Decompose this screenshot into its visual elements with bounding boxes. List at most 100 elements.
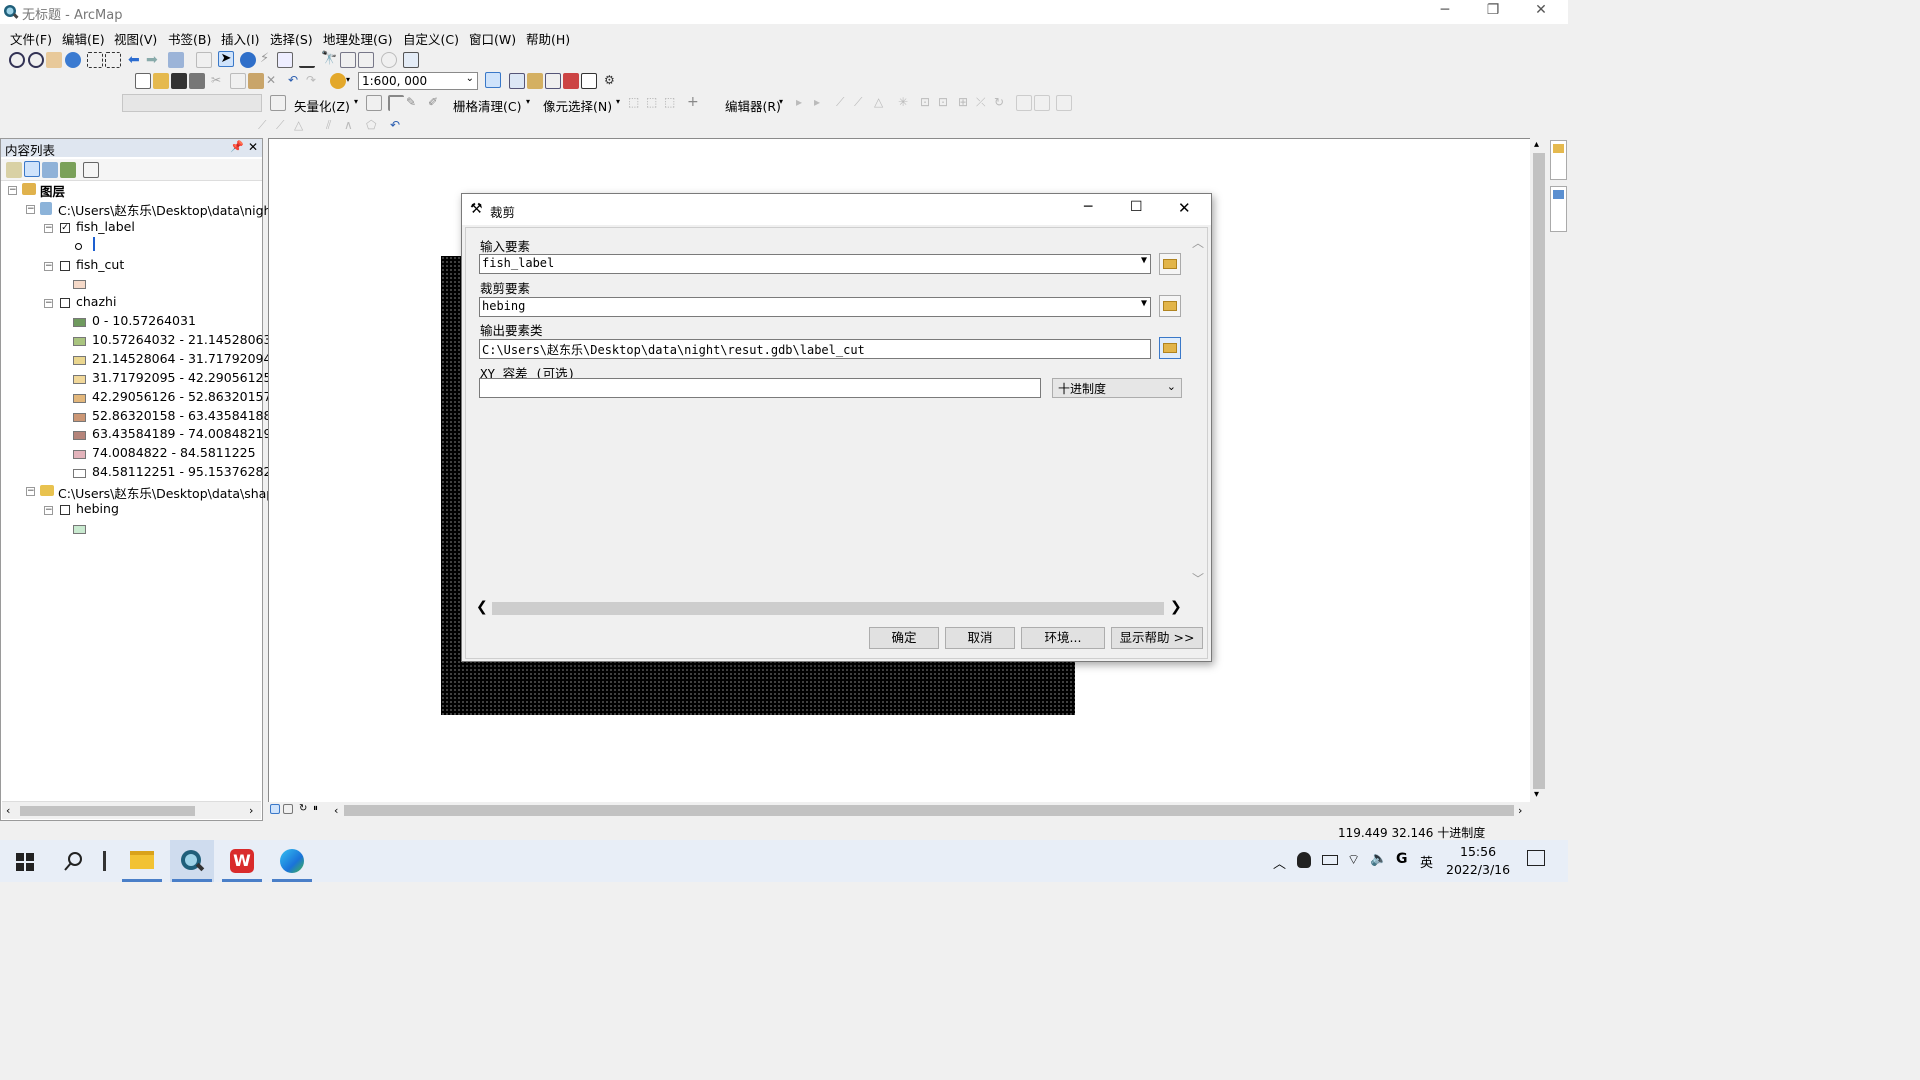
collapse-icon[interactable]: − xyxy=(44,506,53,515)
cell-select-menu[interactable]: 像元选择(N) xyxy=(543,96,612,115)
scroll-right-icon[interactable]: › xyxy=(1518,804,1522,817)
scroll-down-icon[interactable]: ﹀ xyxy=(1192,570,1204,587)
add-data-icon[interactable] xyxy=(330,73,346,89)
vectorization-settings-icon[interactable] xyxy=(270,95,286,111)
search-icon[interactable] xyxy=(64,851,84,871)
scroll-up-icon[interactable]: ▴ xyxy=(1534,139,1539,150)
ime-language[interactable]: 英 xyxy=(1420,852,1433,871)
select-features-icon[interactable] xyxy=(168,52,184,68)
attributes-icon[interactable] xyxy=(1016,95,1032,111)
cut-icon[interactable]: ✂ xyxy=(211,73,227,89)
table-of-contents-icon[interactable] xyxy=(509,73,525,89)
forward-icon[interactable]: ➡ xyxy=(146,53,162,69)
menu-bookmarks[interactable]: 书签(B) xyxy=(168,29,211,48)
clip-features-field[interactable]: hebing ▼ xyxy=(479,297,1151,317)
tray-chevron-up-icon[interactable]: ︿ xyxy=(1273,853,1286,872)
scroll-right-icon[interactable]: ❯ xyxy=(1170,599,1182,615)
delete-icon[interactable]: ✕ xyxy=(266,73,282,89)
dialog-vertical-scrollbar[interactable]: ︿ ﹀ xyxy=(1190,232,1206,592)
close-button[interactable]: ✕ xyxy=(1518,2,1564,22)
undo-icon[interactable]: ↶ xyxy=(288,73,304,89)
time-slider-icon[interactable] xyxy=(381,52,397,68)
scroll-down-icon[interactable]: ▾ xyxy=(1534,789,1539,800)
arcmap-app[interactable] xyxy=(170,840,214,882)
fish-label-checkbox[interactable]: ✓ xyxy=(60,223,70,233)
scroll-thumb[interactable] xyxy=(1533,153,1545,789)
environments-button[interactable]: 环境... xyxy=(1021,627,1105,649)
fixed-zoom-in-icon[interactable] xyxy=(87,52,103,68)
collapse-icon[interactable]: − xyxy=(44,299,53,308)
point-icon[interactable]: ✳ xyxy=(898,95,914,111)
toc-root-layers[interactable]: 图层 xyxy=(40,181,65,200)
collapse-icon[interactable]: − xyxy=(8,186,17,195)
layer-hebing[interactable]: hebing xyxy=(76,501,119,516)
catalog-tab[interactable] xyxy=(1550,140,1567,180)
toc-gdb-path[interactable]: C:\Users\赵东乐\Desktop\data\nigh xyxy=(58,200,271,219)
restore-button[interactable]: ❐ xyxy=(1470,2,1516,22)
copy-icon[interactable] xyxy=(230,73,246,89)
xy-tolerance-field[interactable] xyxy=(479,378,1041,398)
show-preview-icon[interactable] xyxy=(366,95,382,111)
chazhi-checkbox[interactable] xyxy=(60,298,70,308)
clear-selection-icon[interactable] xyxy=(196,52,212,68)
pencil-icon[interactable]: ✎ xyxy=(406,95,422,111)
minimize-button[interactable]: ─ xyxy=(1422,2,1468,22)
scroll-left-icon[interactable]: ‹ xyxy=(334,804,338,817)
menu-file[interactable]: 文件(F) xyxy=(10,29,52,48)
parallel-tool-icon[interactable]: ⫽ xyxy=(326,118,342,134)
qq-icon[interactable] xyxy=(1297,852,1311,868)
dialog-horizontal-scrollbar[interactable]: ❮ ❯ xyxy=(472,599,1189,617)
print-icon[interactable] xyxy=(189,73,205,89)
pause-icon[interactable]: ⏸ xyxy=(313,803,329,819)
zoom-out-icon[interactable] xyxy=(28,52,44,68)
menu-window[interactable]: 窗口(W) xyxy=(469,29,516,48)
list-by-source-icon[interactable] xyxy=(24,161,40,177)
task-view-icon[interactable] xyxy=(103,851,106,871)
menu-insert[interactable]: 插入(I) xyxy=(221,29,259,48)
layer-fish-cut[interactable]: fish_cut xyxy=(76,257,124,272)
chevron-down-icon[interactable]: ▼ xyxy=(1141,255,1147,266)
undo-2-icon[interactable]: ↶ xyxy=(390,118,406,134)
layer-fish-label[interactable]: fish_label xyxy=(76,219,135,234)
paste-icon[interactable] xyxy=(248,73,264,89)
curve-tool-icon[interactable]: ⟋ xyxy=(276,118,292,134)
line-trace-icon[interactable] xyxy=(388,95,404,111)
endpoint-arc-icon[interactable]: ⟋ xyxy=(854,95,870,111)
fixed-zoom-out-icon[interactable] xyxy=(105,52,121,68)
fish-cut-checkbox[interactable] xyxy=(60,261,70,271)
menu-edit[interactable]: 编辑(E) xyxy=(62,29,105,48)
edit-vertices-icon[interactable]: ⊡ xyxy=(920,95,936,111)
back-icon[interactable]: ⬅ xyxy=(128,53,144,69)
sketch-properties-icon[interactable] xyxy=(1034,95,1050,111)
create-viewer-icon[interactable] xyxy=(403,52,419,68)
clock-time[interactable]: 15:56 xyxy=(1460,844,1496,859)
vectorize-menu[interactable]: 矢量化(Z) xyxy=(294,96,350,115)
go-to-xy-icon[interactable] xyxy=(358,52,374,68)
browse-clip-button[interactable] xyxy=(1159,295,1181,317)
select-connected-cells-icon[interactable]: ⬚ xyxy=(628,95,644,111)
search-tab[interactable] xyxy=(1550,186,1567,232)
arctoolbox-icon[interactable] xyxy=(563,73,579,89)
map-horizontal-scroll-thumb[interactable] xyxy=(344,805,1514,816)
split-icon[interactable]: ⤫ xyxy=(976,95,992,111)
triangle-tool-icon[interactable]: △ xyxy=(294,118,310,134)
collapse-icon[interactable]: − xyxy=(26,205,35,214)
battery-icon[interactable] xyxy=(1322,855,1338,865)
wps-app[interactable]: W xyxy=(220,840,264,882)
cut-polygons-icon[interactable]: ⊞ xyxy=(958,95,974,111)
menu-customize[interactable]: 自定义(C) xyxy=(403,29,459,48)
collapse-icon[interactable]: − xyxy=(26,487,35,496)
layer-chazhi[interactable]: chazhi xyxy=(76,294,116,309)
zoom-in-icon[interactable] xyxy=(9,52,25,68)
editor-toolbar-icon[interactable] xyxy=(485,72,501,88)
show-help-button[interactable]: 显示帮助 >> xyxy=(1111,627,1203,649)
menu-select[interactable]: 选择(S) xyxy=(270,29,313,48)
line-tool-icon[interactable]: ⟋ xyxy=(258,118,274,134)
model-builder-icon[interactable]: ⚙ xyxy=(604,73,620,89)
options-icon[interactable] xyxy=(83,162,99,178)
open-icon[interactable] xyxy=(153,73,169,89)
search-window-icon[interactable] xyxy=(545,73,561,89)
layer-combo[interactable] xyxy=(122,94,262,112)
dialog-minimize-button[interactable]: ─ xyxy=(1084,199,1092,215)
browse-output-button[interactable] xyxy=(1159,337,1181,359)
